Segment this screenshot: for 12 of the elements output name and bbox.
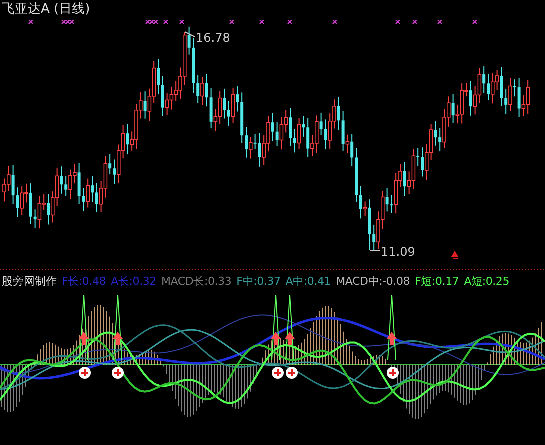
legend-item: MACD长:0.33 — [161, 274, 232, 288]
low-price-label: 11.09 — [381, 245, 416, 259]
legend-item: MACD中:-0.08 — [336, 274, 410, 288]
legend-item: F短:0.17 — [415, 274, 460, 288]
legend-item: F中:0.37 — [236, 274, 281, 288]
high-price-label: 16.78 — [196, 31, 230, 45]
indicator-source: 股旁网制作 — [2, 274, 57, 288]
chart-title: 飞亚达A (日线) — [1, 1, 92, 19]
legend-item: A长:0.32 — [111, 274, 156, 288]
legend-item: A中:0.41 — [286, 274, 332, 288]
legend-item: F长:0.48 — [62, 274, 106, 288]
legend-item: A短:0.25 — [464, 274, 510, 288]
